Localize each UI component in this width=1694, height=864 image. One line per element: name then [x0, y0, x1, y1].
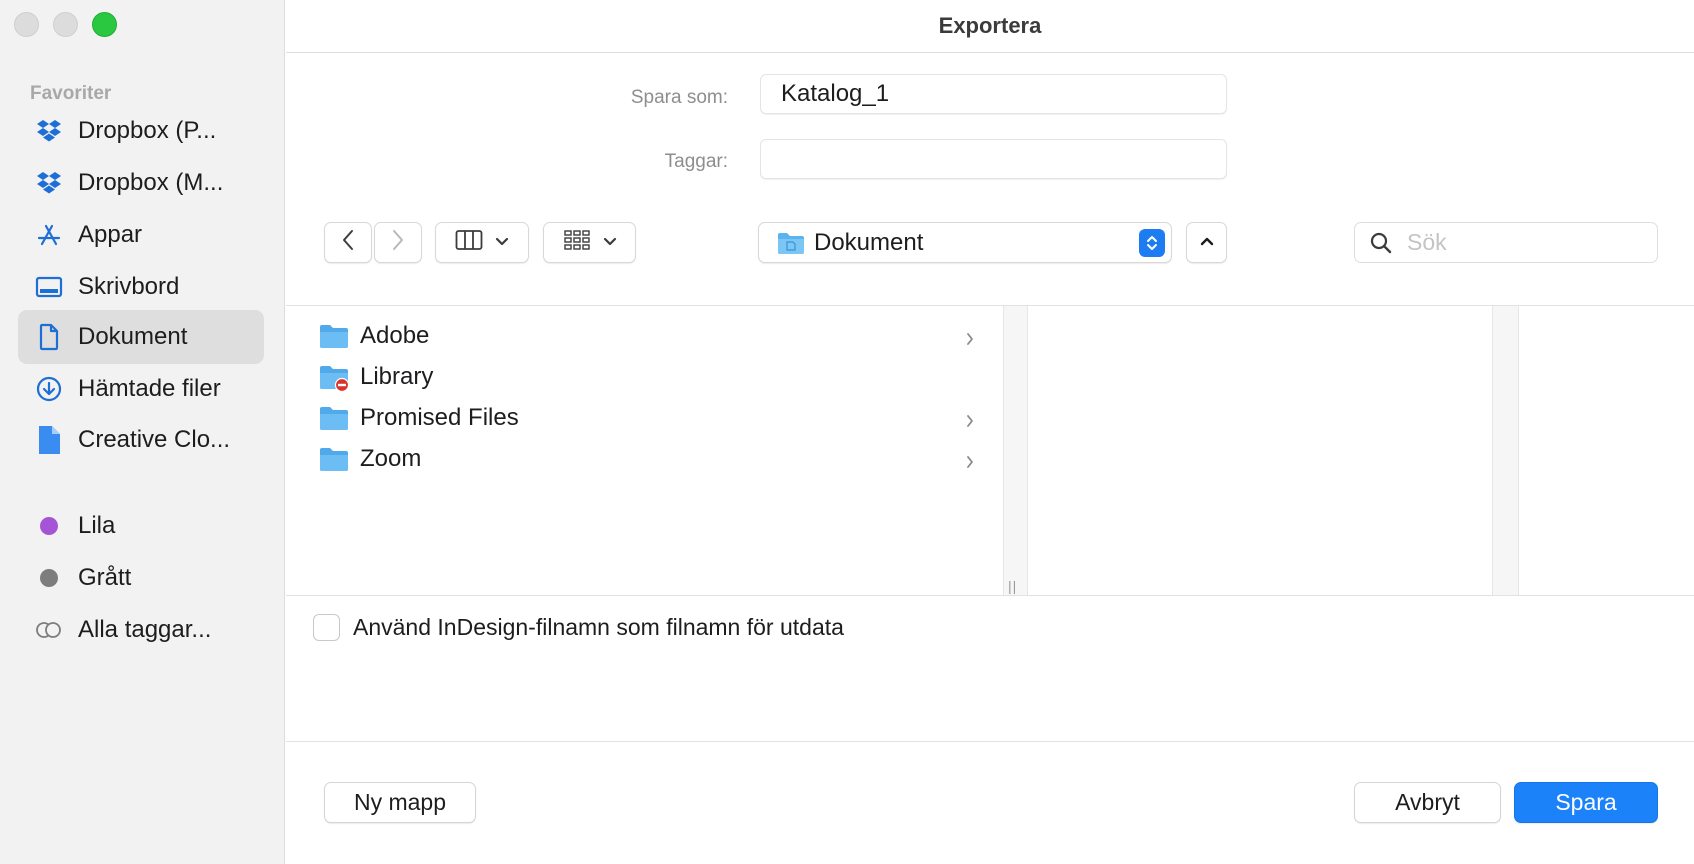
browser-row-library[interactable]: Library: [286, 355, 1003, 399]
save-dialog: Exportera Spara som: Katalog_1 Taggar: D…: [286, 0, 1694, 864]
sidebar-item-label: Lila: [78, 512, 116, 539]
search-input[interactable]: [1407, 229, 1647, 256]
apps-icon: [35, 221, 63, 249]
use-filename-label: Använd InDesign-filnamn som filnamn för …: [353, 614, 844, 640]
browser-item-label: Zoom: [360, 445, 422, 472]
search-field[interactable]: [1354, 222, 1658, 263]
chevron-right-icon: [391, 229, 405, 256]
back-button[interactable]: [324, 222, 372, 263]
sidebar-section-favorites: Favoriter: [30, 83, 112, 104]
location-label: Dokument: [814, 228, 924, 256]
sidebar-tag-purple[interactable]: Lila: [18, 499, 264, 553]
chevron-right-icon: [965, 408, 975, 436]
save-as-label: Spara som:: [630, 87, 728, 108]
close-window-button[interactable]: [14, 12, 39, 37]
cancel-button[interactable]: Avbryt: [1354, 782, 1501, 823]
tags-field[interactable]: [760, 139, 1227, 179]
purple-tag-icon: [35, 512, 63, 540]
sidebar-item-label: Creative Clo...: [78, 426, 231, 453]
dropbox-icon: [35, 169, 63, 197]
sidebar-item-downloads[interactable]: Hämtade filer: [18, 362, 264, 416]
sidebar-item-creative-cloud[interactable]: Creative Clo...: [18, 413, 264, 467]
folder-icon: [319, 405, 349, 431]
sidebar: Favoriter Dropbox (P... Dropbox (M... Ap…: [0, 0, 285, 864]
tags-label: Taggar:: [664, 151, 728, 172]
column-resize-handle[interactable]: [1004, 306, 1028, 595]
icon-grid-icon: [563, 229, 591, 256]
expand-collapse-button[interactable]: [1186, 222, 1227, 263]
dropbox-icon: [35, 117, 63, 145]
browser-row-adobe[interactable]: Adobe: [286, 314, 1003, 358]
location-popup[interactable]: Dokument: [758, 222, 1172, 263]
browser-column: Adobe Library Promised Files Zoom: [286, 306, 1003, 595]
save-as-field[interactable]: Katalog_1: [760, 74, 1227, 114]
forward-button[interactable]: [374, 222, 422, 263]
group-view-button[interactable]: [543, 222, 636, 263]
folder-icon: [777, 231, 805, 255]
sidebar-item-label: Dropbox (M...: [78, 169, 224, 196]
column-view-button[interactable]: [435, 222, 529, 263]
use-filename-checkbox[interactable]: [313, 614, 340, 641]
sidebar-item-label: Alla taggar...: [78, 616, 212, 643]
folder-icon: [319, 323, 349, 349]
all-tags-icon: [35, 616, 63, 644]
search-icon: [1369, 231, 1393, 255]
restricted-folder-icon: [319, 364, 350, 393]
download-icon: [35, 375, 63, 403]
browser-item-label: Library: [360, 363, 434, 390]
chevron-down-icon: [603, 234, 617, 252]
columns-icon: [455, 229, 483, 256]
sidebar-item-dropbox-work[interactable]: Dropbox (M...: [18, 156, 264, 210]
sidebar-item-documents[interactable]: Dokument: [18, 310, 264, 364]
chevron-right-icon: [965, 449, 975, 477]
sidebar-item-label: Grått: [78, 564, 132, 591]
sidebar-item-label: Hämtade filer: [78, 375, 221, 402]
file-icon: [35, 426, 63, 454]
browser-row-zoom[interactable]: Zoom: [286, 437, 1003, 481]
chevron-left-icon: [341, 229, 355, 256]
window-controls: [14, 12, 117, 37]
new-folder-button[interactable]: Ny mapp: [324, 782, 476, 823]
gray-tag-icon: [35, 564, 63, 592]
chevron-down-icon: [495, 234, 509, 252]
sidebar-item-label: Dropbox (P...: [78, 117, 217, 144]
minimize-window-button[interactable]: [53, 12, 78, 37]
document-icon: [35, 323, 63, 351]
popup-stepper-icon: [1139, 229, 1165, 257]
save-button[interactable]: Spara: [1514, 782, 1658, 823]
folder-icon: [319, 446, 349, 472]
sidebar-item-label: Dokument: [78, 323, 188, 350]
browser-row-promised-files[interactable]: Promised Files: [286, 396, 1003, 440]
sidebar-tag-gray[interactable]: Grått: [18, 551, 264, 605]
column-resize-handle[interactable]: [1492, 306, 1519, 595]
resize-grip-icon[interactable]: ||: [1008, 578, 1017, 594]
browser-item-label: Adobe: [360, 322, 430, 349]
chevron-up-icon: [1199, 234, 1215, 252]
window-title: Exportera: [286, 0, 1694, 53]
sidebar-item-dropbox-personal[interactable]: Dropbox (P...: [18, 104, 264, 158]
sidebar-item-apps[interactable]: Appar: [18, 208, 264, 262]
footer-divider: [286, 741, 1694, 742]
sidebar-item-desktop[interactable]: Skrivbord: [18, 260, 264, 314]
browser-item-label: Promised Files: [360, 404, 519, 431]
file-browser: Adobe Library Promised Files Zoom ||: [286, 305, 1694, 596]
zoom-window-button[interactable]: [92, 12, 117, 37]
chevron-right-icon: [965, 326, 975, 354]
sidebar-item-label: Appar: [78, 221, 143, 248]
sidebar-all-tags[interactable]: Alla taggar...: [18, 603, 264, 657]
sidebar-item-label: Skrivbord: [78, 273, 180, 300]
desktop-icon: [35, 273, 63, 301]
